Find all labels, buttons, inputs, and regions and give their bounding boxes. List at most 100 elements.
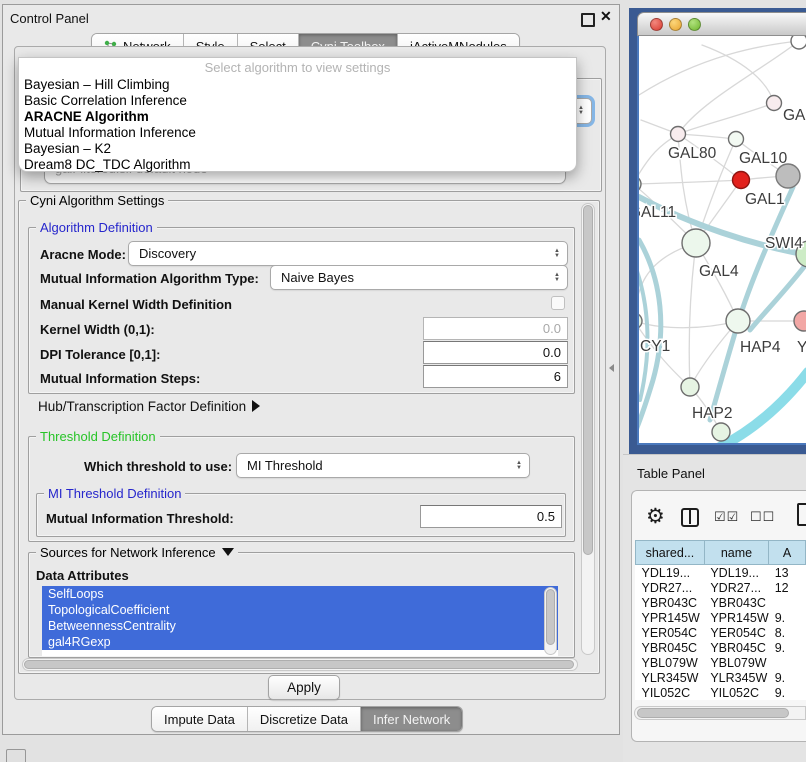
tab-discretize-data[interactable]: Discretize Data xyxy=(247,707,360,731)
table-row[interactable]: YBR045CYBR045C9. xyxy=(636,640,806,655)
network-canvas[interactable]: GALGAL80GAL10GAL1GAL11SWI4GAL4GCY1HAP4YH… xyxy=(637,36,806,445)
table-cell: 9. xyxy=(769,685,806,700)
settings-vscrollbar-thumb[interactable] xyxy=(583,205,593,555)
minimized-panel-button[interactable] xyxy=(6,749,26,762)
dropdown-placeholder: Select algorithm to view settings xyxy=(19,60,576,77)
dropdown-item[interactable]: Mutual Information Inference xyxy=(19,125,576,141)
network-node-label: GAL10 xyxy=(739,150,788,167)
aracne-mode-combo[interactable]: Discovery ▲▼ xyxy=(128,241,568,266)
table-row[interactable]: YIL052CYIL052C9. xyxy=(636,685,806,700)
table-row[interactable]: YLR345WYLR345W9. xyxy=(636,670,806,685)
mi-threshold-input[interactable]: 0.5 xyxy=(420,505,562,528)
manual-kernel-label: Manual Kernel Width Definition xyxy=(40,297,232,312)
table-cell: YBL079W xyxy=(704,655,768,670)
network-edge[interactable] xyxy=(639,41,799,95)
sources-group-label[interactable]: Sources for Network Inference xyxy=(36,545,238,560)
network-node-gal1[interactable] xyxy=(733,172,750,189)
hub-definition-toggle[interactable]: Hub/Transcription Factor Definition xyxy=(38,399,260,414)
table-cell: 13 xyxy=(769,565,806,581)
table-column-header[interactable]: name xyxy=(704,541,768,565)
table-row[interactable]: YBR043CYBR043C xyxy=(636,595,806,610)
unchecked-pair-icon[interactable]: ☐☐ xyxy=(750,509,775,525)
network-node-gal10[interactable] xyxy=(729,132,744,147)
table-row[interactable]: YBL079WYBL079W xyxy=(636,655,806,670)
network-node[interactable] xyxy=(791,36,806,49)
dpi-tolerance-input[interactable]: 0.0 xyxy=(423,341,568,364)
zoom-traffic-light-icon[interactable] xyxy=(688,18,701,31)
table-cell: YLR345W xyxy=(704,670,768,685)
dropdown-item[interactable]: Bayesian – Hill Climbing xyxy=(19,77,576,93)
network-edge[interactable] xyxy=(702,45,774,103)
apply-button[interactable]: Apply xyxy=(268,675,340,700)
network-edge[interactable] xyxy=(639,180,741,184)
table-cell: YPR145W xyxy=(704,610,768,625)
mi-steps-input[interactable]: 6 xyxy=(423,365,568,388)
network-node-label: SWI4 xyxy=(765,235,803,252)
settings-hscrollbar-thumb[interactable] xyxy=(24,660,574,669)
table-hscrollbar-thumb[interactable] xyxy=(637,708,789,718)
node-table-container: shared...nameA YDL19...YDL19...13YDR27..… xyxy=(635,540,806,700)
minimize-traffic-light-icon[interactable] xyxy=(669,18,682,31)
data-attributes-list[interactable]: SelfLoopsTopologicalCoefficientBetweenne… xyxy=(42,586,558,656)
attribute-list-item[interactable]: TopologicalCoefficient xyxy=(42,602,558,618)
dropdown-item[interactable]: Dream8 DC_TDC Algorithm xyxy=(19,157,576,173)
network-node-gal80[interactable] xyxy=(671,127,686,142)
network-window-titlebar[interactable] xyxy=(637,12,806,36)
mi-type-combo[interactable]: Naive Bayes ▲▼ xyxy=(270,265,568,290)
network-edge[interactable] xyxy=(678,134,736,139)
network-node[interactable] xyxy=(712,423,730,441)
attribute-list-item[interactable]: SelfLoops xyxy=(42,586,558,602)
manual-kernel-checkbox[interactable] xyxy=(551,296,565,310)
network-edge[interactable] xyxy=(639,240,661,430)
node-table[interactable]: shared...nameA YDL19...YDL19...13YDR27..… xyxy=(635,540,806,700)
network-node-label: GCY1 xyxy=(639,338,670,355)
close-traffic-light-icon[interactable] xyxy=(650,18,663,31)
table-cell: 12 xyxy=(769,580,806,595)
table-row[interactable]: YDR27...YDR27...12 xyxy=(636,580,806,595)
attributes-vscrollbar-thumb[interactable] xyxy=(546,589,555,645)
algorithm-dropdown-popup: Select algorithm to view settings Bayesi… xyxy=(18,57,577,172)
table-row[interactable]: YER054CYER054C8. xyxy=(636,625,806,640)
network-node-gal[interactable] xyxy=(767,96,782,111)
control-panel-title: Control Panel xyxy=(10,11,89,26)
network-node-hap4[interactable] xyxy=(726,309,750,333)
tab-infer-network[interactable]: Infer Network xyxy=(360,707,462,731)
columns-icon[interactable] xyxy=(681,508,699,527)
table-column-header[interactable]: shared... xyxy=(636,541,705,565)
network-node-gal4[interactable] xyxy=(682,229,710,257)
network-edge[interactable] xyxy=(678,41,799,134)
dropdown-item[interactable]: ARACNE Algorithm xyxy=(19,109,576,125)
network-node-y[interactable] xyxy=(794,311,806,331)
dropdown-item[interactable]: Bayesian – K2 xyxy=(19,141,576,157)
table-cell: YDR27... xyxy=(636,580,705,595)
kernel-width-input[interactable]: 0.0 xyxy=(423,317,568,340)
table-cell: YBR045C xyxy=(704,640,768,655)
table-cell: 9. xyxy=(769,670,806,685)
panel-divider-handle[interactable] xyxy=(609,364,614,372)
network-node-hap2[interactable] xyxy=(681,378,699,396)
float-window-icon[interactable] xyxy=(581,13,595,27)
document-icon[interactable] xyxy=(797,503,806,526)
network-node[interactable] xyxy=(776,164,800,188)
network-edge[interactable] xyxy=(639,321,738,328)
attribute-list-item[interactable]: gal4RGexp xyxy=(42,634,558,650)
table-cell: YDR27... xyxy=(704,580,768,595)
checked-pair-icon[interactable]: ☑☑ xyxy=(714,509,739,525)
table-row[interactable]: YDL19...YDL19...13 xyxy=(636,565,806,581)
table-column-header[interactable]: A xyxy=(769,541,806,565)
dropdown-item[interactable]: Basic Correlation Inference xyxy=(19,93,576,109)
table-row[interactable]: YPR145WYPR145W9. xyxy=(636,610,806,625)
table-panel-title: Table Panel xyxy=(637,466,705,481)
close-icon[interactable]: ✕ xyxy=(600,8,612,25)
gear-icon[interactable]: ⚙ xyxy=(646,504,665,529)
network-node-gcy1[interactable] xyxy=(639,313,642,329)
expanded-arrow-icon xyxy=(222,548,234,556)
which-threshold-label: Which threshold to use: xyxy=(84,459,232,474)
tab-impute-data[interactable]: Impute Data xyxy=(152,707,247,731)
network-edge[interactable] xyxy=(710,187,793,420)
network-edge[interactable] xyxy=(689,243,696,387)
which-threshold-combo[interactable]: MI Threshold ▲▼ xyxy=(236,453,530,478)
network-node-label: GAL80 xyxy=(668,145,717,162)
attribute-list-item[interactable]: BetweennessCentrality xyxy=(42,618,558,634)
cyni-settings-group-label: Cyni Algorithm Settings xyxy=(26,193,168,208)
